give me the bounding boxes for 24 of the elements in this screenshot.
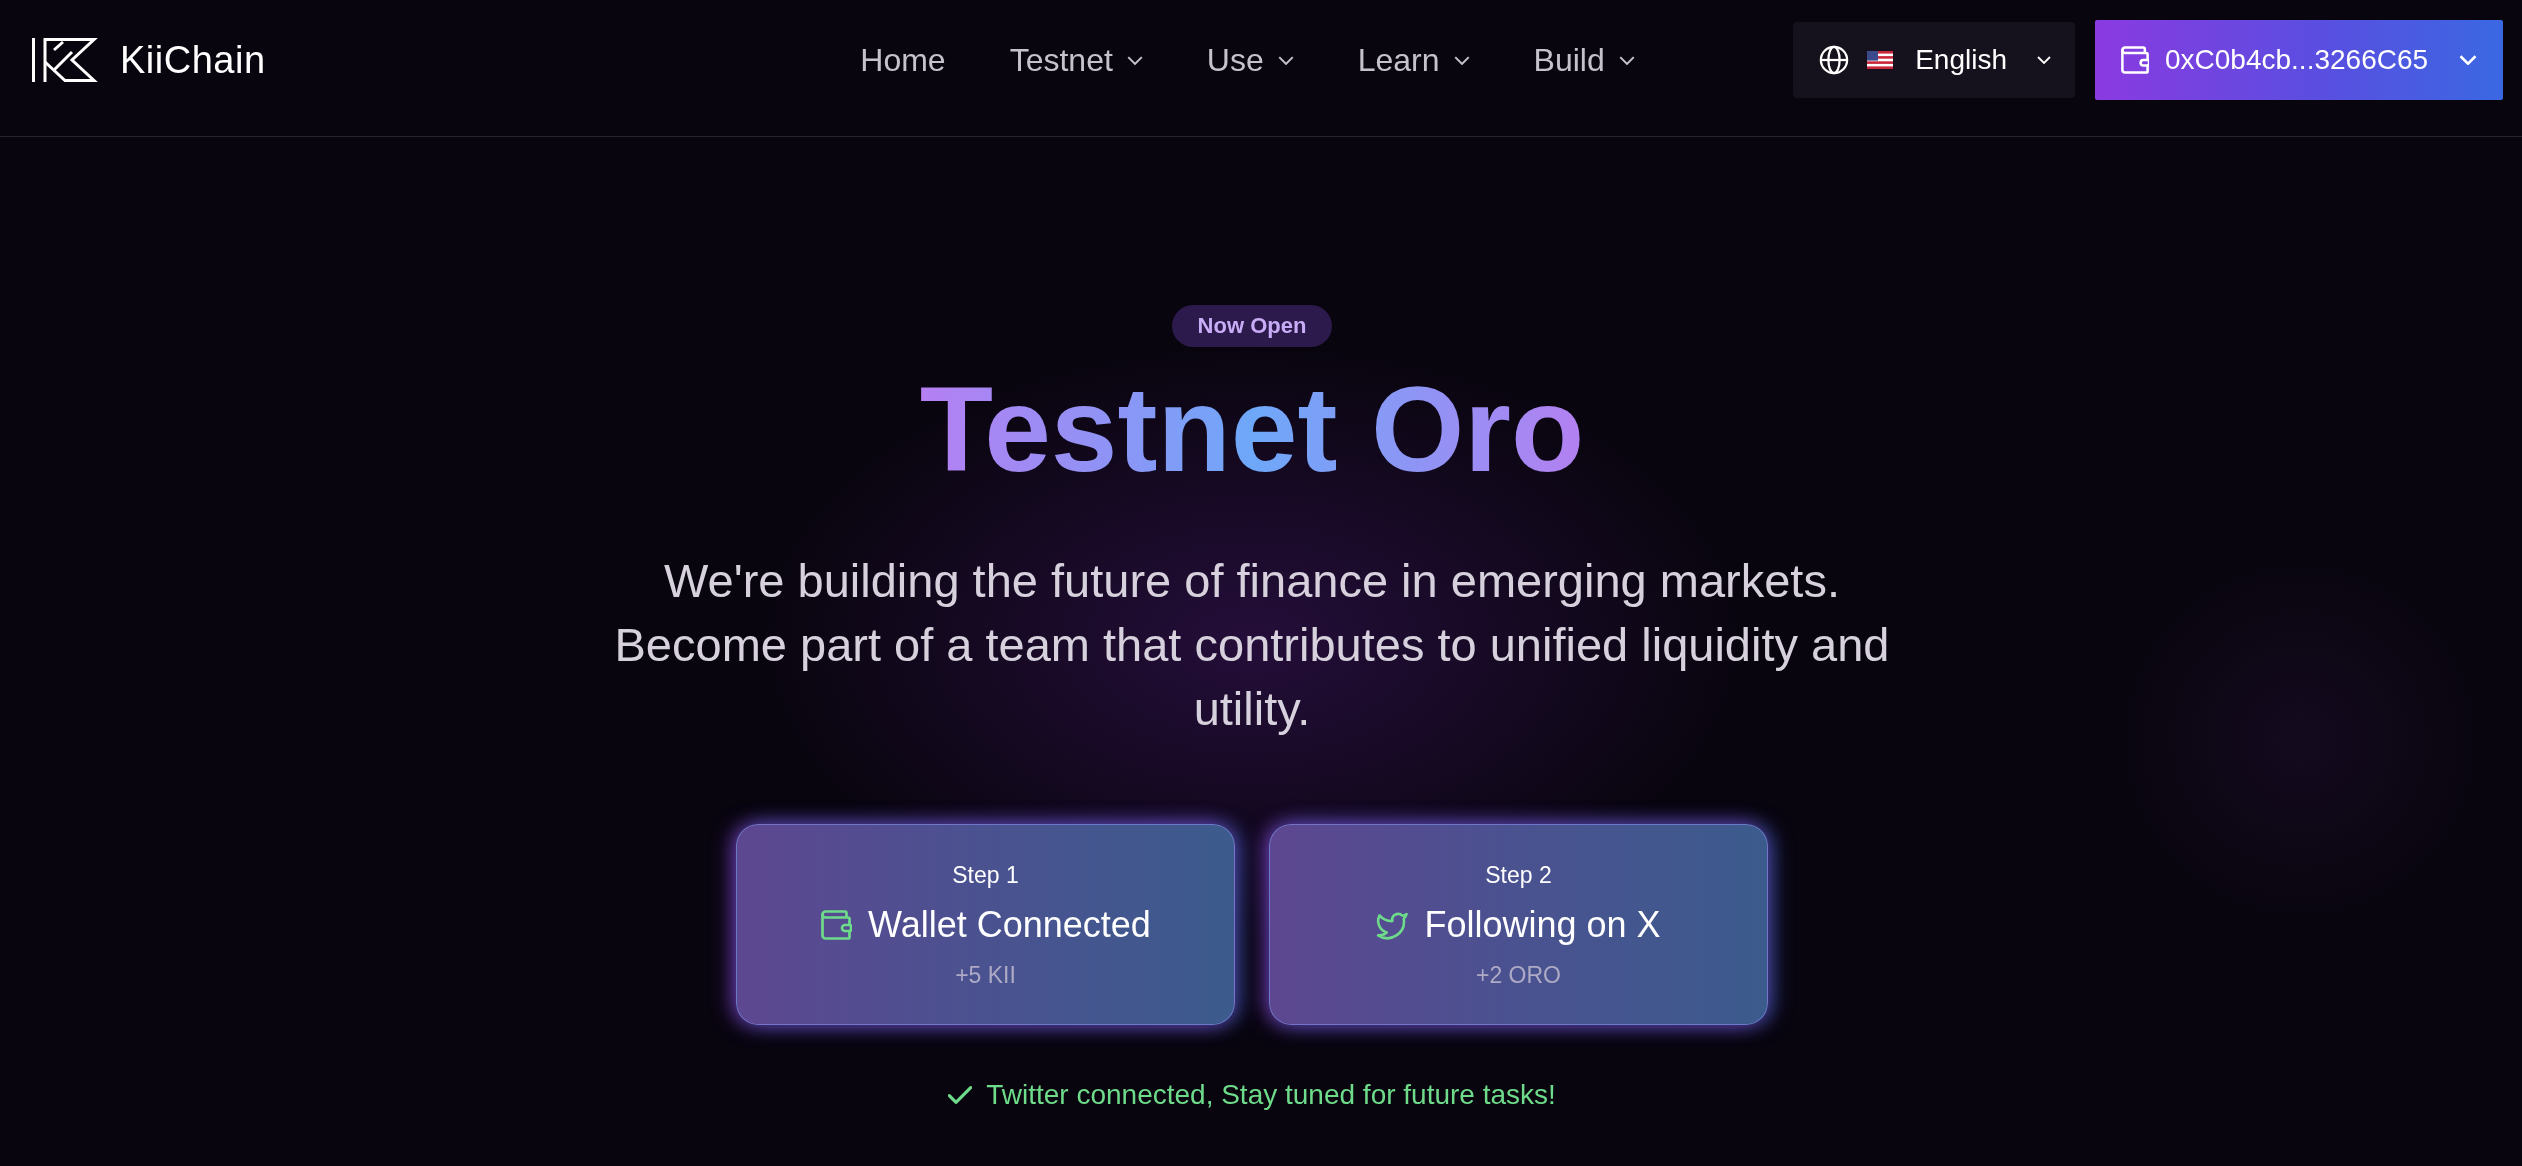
nav-link[interactable]: Learn xyxy=(1357,40,1470,80)
step-label: Step 1 xyxy=(952,860,1019,889)
nav-link[interactable]: Testnet xyxy=(1009,40,1143,80)
wallet-button[interactable]: 0xC0b4cb...3266C65 xyxy=(2095,20,2503,100)
logo-icon xyxy=(32,38,98,82)
globe-icon xyxy=(1819,45,1850,75)
status-badge: Now Open xyxy=(1171,305,1333,347)
step-title: Following on X xyxy=(1424,904,1661,945)
logo-text: KiiChain xyxy=(120,38,266,82)
step-title: Wallet Connected xyxy=(868,904,1151,945)
nav-link[interactable]: Home xyxy=(860,40,946,80)
hero-description: We're building the future of finance in emerging markets. Become part of a team that contributes to unified liquidity and utility. xyxy=(613,553,1891,737)
status-text: Twitter connected, Stay tuned for future tasks! xyxy=(986,1078,1556,1112)
chevron-icon xyxy=(2459,55,2477,65)
flag-icon xyxy=(1867,51,1894,69)
check-icon xyxy=(948,1086,973,1104)
nav-link[interactable]: Use xyxy=(1206,40,1294,80)
step-label: Step 2 xyxy=(1485,860,1552,889)
reward-text: +5 KII xyxy=(955,960,1016,989)
chevron-icon xyxy=(2037,56,2051,64)
nav-link[interactable]: Build xyxy=(1533,40,1635,80)
wallet-icon xyxy=(2121,46,2149,74)
reward-text: +2 ORO xyxy=(1476,960,1561,989)
language-button[interactable]: English xyxy=(1793,22,2075,98)
